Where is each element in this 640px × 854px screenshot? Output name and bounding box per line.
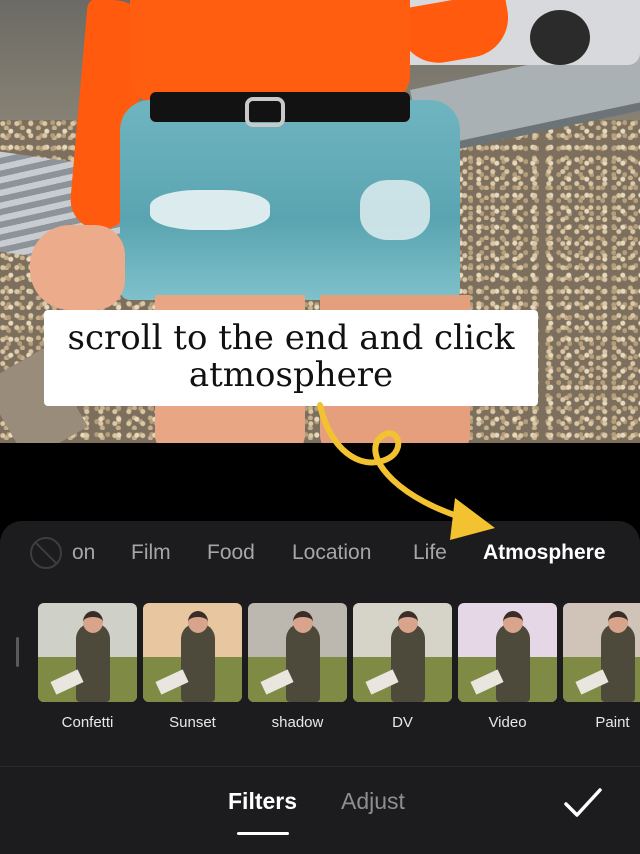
scroll-handle[interactable] [16, 637, 19, 667]
thumbnail-person [601, 623, 635, 702]
checkmark-icon[interactable] [563, 786, 603, 820]
filter-label: Confetti [61, 714, 114, 731]
belt-buckle [245, 97, 285, 127]
yellow-arrow-icon [317, 402, 495, 540]
thumbnail-head [293, 611, 313, 633]
thumbnail-person [391, 623, 425, 702]
shorts-rip [360, 180, 430, 240]
thumbnail-head [83, 611, 103, 633]
filter-thumbnail-confetti[interactable] [38, 603, 137, 702]
filter-label: Sunset [169, 714, 216, 731]
filter-label: DV [392, 714, 413, 731]
tab-adjust[interactable]: Adjust [341, 788, 405, 815]
thumbnail-head [503, 611, 523, 633]
caption-line-1: scroll to the end and click [67, 318, 515, 358]
thumbnail-person [496, 623, 530, 702]
filter-thumbnail-video[interactable] [458, 603, 557, 702]
tab-on[interactable]: on [72, 541, 95, 565]
filter-thumbnail-dv[interactable] [353, 603, 452, 702]
shorts-rip [150, 190, 270, 230]
filter-thumbnail-shadow[interactable] [248, 603, 347, 702]
tab-filters[interactable]: Filters [228, 788, 297, 815]
active-tab-indicator [237, 832, 289, 835]
thumbnail-person [76, 623, 110, 702]
hand [30, 225, 125, 310]
thumbnail-head [608, 611, 628, 633]
thumbnail-person [181, 623, 215, 702]
filter-thumbnail-paint[interactable] [563, 603, 640, 702]
filter-label: shadow [271, 714, 324, 731]
filter-label: Paint [595, 714, 630, 731]
thumbnail-head [188, 611, 208, 633]
thumbnail-head [398, 611, 418, 633]
bottom-bar [0, 766, 640, 854]
thumbnail-person [286, 623, 320, 702]
orange-sweater [130, 0, 410, 105]
tab-film[interactable]: Film [131, 541, 171, 565]
filter-thumbnail-sunset[interactable] [143, 603, 242, 702]
tab-food[interactable]: Food [207, 541, 255, 565]
no-filter-icon[interactable] [30, 537, 62, 569]
filter-label: Video [488, 714, 527, 731]
